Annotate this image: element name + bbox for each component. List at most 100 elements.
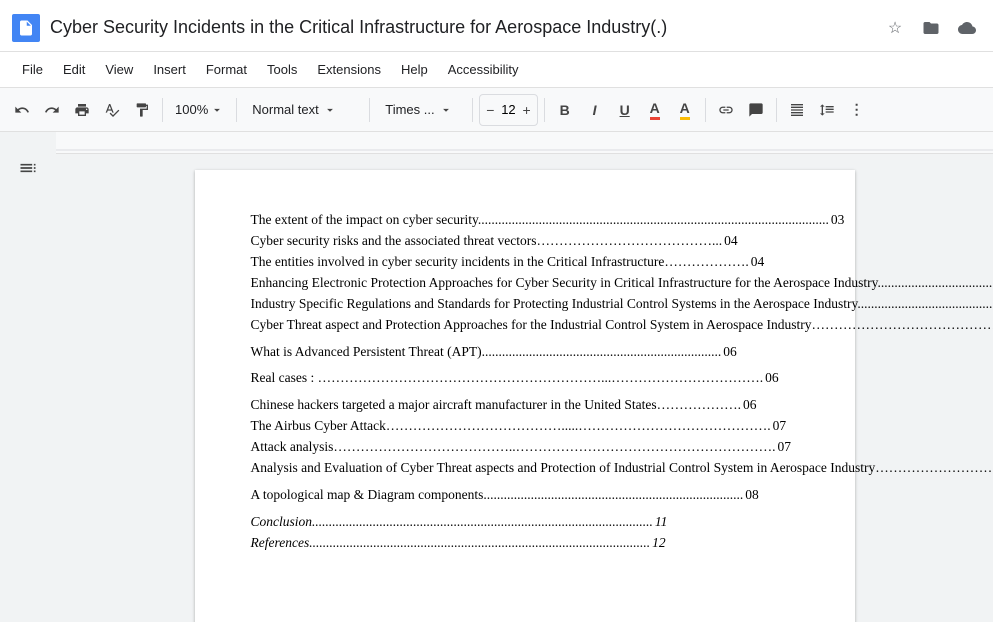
document-page: The extent of the impact on cyber securi… <box>195 170 855 622</box>
menu-accessibility[interactable]: Accessibility <box>438 56 529 83</box>
spell-check-button[interactable] <box>98 94 126 126</box>
font-selector[interactable]: Times ... <box>376 94 466 126</box>
toc-title: The entities involved in cyber security … <box>251 252 749 273</box>
toc-page-number: 06 <box>765 368 779 389</box>
toc-entry: Analysis and Evaluation of Cyber Threat … <box>251 458 799 479</box>
toc-title: Enhancing Electronic Protection Approach… <box>251 273 993 294</box>
toc-title: Industry Specific Regulations and Standa… <box>251 294 993 315</box>
toc-entry: Enhancing Electronic Protection Approach… <box>251 273 799 294</box>
ruler <box>56 132 993 154</box>
paint-format-button[interactable] <box>128 94 156 126</box>
toc-page-number: 04 <box>751 252 765 273</box>
toc-entry: A topological map & Diagram components..… <box>251 485 799 506</box>
toc-page-number: 06 <box>743 395 757 416</box>
toc-entry: What is Advanced Persistent Threat (APT)… <box>251 342 799 363</box>
style-selector[interactable]: Normal text <box>243 94 363 126</box>
separator-2 <box>236 98 237 122</box>
toc-entry: The Airbus Cyber Attack…………………………………....… <box>251 416 799 437</box>
align-button[interactable] <box>783 96 811 124</box>
toc-title: The extent of the impact on cyber securi… <box>251 210 829 231</box>
separator-7 <box>776 98 777 122</box>
line-spacing-button[interactable] <box>813 96 841 124</box>
toc-title: Chinese hackers targeted a major aircraf… <box>251 395 741 416</box>
toc-entry: Real cases : ………………………………………………………...………… <box>251 368 799 389</box>
menu-edit[interactable]: Edit <box>53 56 95 83</box>
separator-1 <box>162 98 163 122</box>
toc-title: Analysis and Evaluation of Cyber Threat … <box>251 458 993 479</box>
toc-entry: The extent of the impact on cyber securi… <box>251 210 799 231</box>
style-label: Normal text <box>252 102 318 117</box>
font-size-value: 12 <box>496 102 520 117</box>
toc-page-number: 07 <box>777 437 791 458</box>
highlight-label: A <box>680 100 690 120</box>
toc-page-number: 06 <box>723 342 737 363</box>
toc-title: A topological map & Diagram components..… <box>251 485 744 506</box>
more-options-button[interactable]: ⋮ <box>843 96 871 124</box>
toc-title: Attack analysis…………………………………..…………………………… <box>251 437 776 458</box>
toc-title: Conclusion..............................… <box>251 512 653 533</box>
zoom-selector[interactable]: 100% <box>169 94 230 126</box>
font-label: Times ... <box>385 102 434 117</box>
toc-entry: Cyber Threat aspect and Protection Appro… <box>251 315 799 336</box>
menu-format[interactable]: Format <box>196 56 257 83</box>
toc-page-number: 12 <box>652 533 666 554</box>
title-bar: Cyber Security Incidents in the Critical… <box>0 0 993 52</box>
toc-entry: Conclusion..............................… <box>251 512 799 533</box>
left-panel <box>0 132 56 622</box>
toc-title: Cyber security risks and the associated … <box>251 231 723 252</box>
star-button[interactable]: ☆ <box>881 14 909 42</box>
toc-entry: Chinese hackers targeted a major aircraf… <box>251 395 799 416</box>
toc-page-number: 04 <box>724 231 738 252</box>
title-actions: ☆ <box>881 14 981 42</box>
menu-file[interactable]: File <box>12 56 53 83</box>
toc-entry: Attack analysis…………………………………..…………………………… <box>251 437 799 458</box>
toc-title: Real cases : ………………………………………………………...………… <box>251 368 764 389</box>
separator-4 <box>472 98 473 122</box>
toc-entry: Industry Specific Regulations and Standa… <box>251 294 799 315</box>
zoom-label: 100% <box>175 102 208 117</box>
document-title: Cyber Security Incidents in the Critical… <box>50 17 873 38</box>
toc-entry: The entities involved in cyber security … <box>251 252 799 273</box>
menu-view[interactable]: View <box>95 56 143 83</box>
toc-page-number: 11 <box>655 512 668 533</box>
menu-insert[interactable]: Insert <box>143 56 196 83</box>
font-size-decrease[interactable]: − <box>484 102 496 118</box>
toc-page-number: 08 <box>745 485 759 506</box>
toc-title: Cyber Threat aspect and Protection Appro… <box>251 315 993 336</box>
toc-title: What is Advanced Persistent Threat (APT)… <box>251 342 722 363</box>
toc-page-number: 07 <box>773 416 787 437</box>
toc-title: References..............................… <box>251 533 651 554</box>
undo-button[interactable] <box>8 94 36 126</box>
folder-button[interactable] <box>917 14 945 42</box>
font-size-control: − 12 + <box>479 94 537 126</box>
print-button[interactable] <box>68 94 96 126</box>
redo-button[interactable] <box>38 94 66 126</box>
font-color-label: A <box>650 100 660 120</box>
comment-button[interactable] <box>742 96 770 124</box>
highlight-button[interactable]: A <box>671 96 699 124</box>
separator-6 <box>705 98 706 122</box>
toc-page-number: 03 <box>831 210 845 231</box>
outline-toggle[interactable] <box>12 152 44 184</box>
doc-icon <box>12 14 40 42</box>
toc-title: The Airbus Cyber Attack…………………………………....… <box>251 416 771 437</box>
main-area: The extent of the impact on cyber securi… <box>0 132 993 622</box>
menu-extensions[interactable]: Extensions <box>307 56 391 83</box>
menu-tools[interactable]: Tools <box>257 56 307 83</box>
separator-3 <box>369 98 370 122</box>
bold-button[interactable]: B <box>551 96 579 124</box>
toc-entry: Cyber security risks and the associated … <box>251 231 799 252</box>
document-scroll[interactable]: The extent of the impact on cyber securi… <box>56 154 993 622</box>
italic-button[interactable]: I <box>581 96 609 124</box>
separator-5 <box>544 98 545 122</box>
underline-button[interactable]: U <box>611 96 639 124</box>
cloud-button[interactable] <box>953 14 981 42</box>
font-color-button[interactable]: A <box>641 96 669 124</box>
font-size-increase[interactable]: + <box>520 102 532 118</box>
menu-bar: File Edit View Insert Format Tools Exten… <box>0 52 993 88</box>
toc-entry: References..............................… <box>251 533 799 554</box>
link-button[interactable] <box>712 96 740 124</box>
menu-help[interactable]: Help <box>391 56 438 83</box>
content-column: The extent of the impact on cyber securi… <box>56 132 993 622</box>
toolbar: 100% Normal text Times ... − 12 + B I U … <box>0 88 993 132</box>
